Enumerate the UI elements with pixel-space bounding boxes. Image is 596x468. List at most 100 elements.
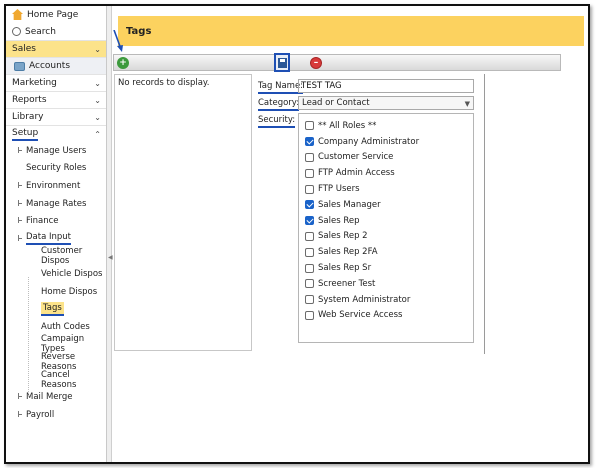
tag-name-label: Tag Name: (258, 81, 304, 94)
sidebar-section-marketing[interactable]: Marketing ⌄ (6, 74, 106, 91)
role-option[interactable]: FTP Admin Access (305, 165, 473, 181)
role-checkbox[interactable] (305, 152, 314, 162)
sidebar-item-home-dispos[interactable]: Home Dispos (6, 283, 106, 301)
item-label: Payroll (26, 409, 55, 420)
role-label: Sales Rep 2 (318, 231, 368, 242)
save-button[interactable] (274, 53, 290, 72)
role-option[interactable]: Sales Rep Sr (305, 260, 473, 276)
tree-node-icon (18, 182, 22, 189)
tree-node-icon (18, 217, 22, 224)
sidebar-item-auth-codes[interactable]: Auth Codes (6, 318, 106, 336)
tag-name-field[interactable]: TEST TAG (298, 79, 474, 93)
category-label: Category: (258, 98, 300, 111)
section-label: Reports (12, 95, 47, 105)
sidebar-item-security-roles[interactable]: Security Roles (6, 160, 106, 178)
cancel-icon[interactable]: – (310, 57, 322, 69)
item-label: Manage Users (26, 145, 87, 156)
tree-node-icon (18, 199, 22, 206)
sidebar-item-manage-rates[interactable]: Manage Rates (6, 195, 106, 213)
role-checkbox[interactable] (305, 279, 314, 289)
role-option[interactable]: Sales Rep 2 (305, 229, 473, 245)
sidebar-item-cancel-reasons[interactable]: Cancel Reasons (6, 370, 106, 390)
tree-node-icon (18, 147, 22, 153)
security-roles-list: ** All Roles ** Company Administrator Cust… (298, 113, 474, 343)
role-label: Screener Test (318, 278, 376, 289)
role-checkbox[interactable] (305, 121, 314, 131)
role-checkbox[interactable] (305, 310, 314, 320)
sidebar-item-finance[interactable]: Finance (6, 212, 106, 230)
role-option[interactable]: Company Administrator (305, 134, 473, 150)
toolbar: + – (113, 53, 561, 72)
pane-splitter[interactable]: ◀ (107, 6, 113, 462)
security-label: Security: (258, 115, 296, 128)
chevron-up-icon: ⌃ (94, 129, 101, 139)
chevron-down-icon: ⌄ (94, 95, 101, 105)
tree-node-icon (18, 393, 22, 400)
security-label-text: Security: (258, 115, 296, 128)
role-checkbox[interactable] (305, 263, 314, 273)
role-option[interactable]: Screener Test (305, 276, 473, 292)
role-checkbox[interactable] (305, 247, 314, 257)
item-label: Finance (26, 216, 59, 227)
sidebar-item-payroll[interactable]: Payroll (6, 406, 106, 424)
tag-name-label-text: Tag Name: (258, 81, 304, 94)
role-checkbox[interactable] (305, 137, 314, 147)
sidebar-home[interactable]: Home Page (6, 6, 106, 23)
role-checkbox[interactable] (305, 216, 314, 226)
role-option[interactable]: ** All Roles ** (305, 118, 473, 134)
role-option[interactable]: System Administrator (305, 292, 473, 308)
role-label: Web Service Access (318, 310, 403, 321)
add-icon[interactable]: + (117, 57, 129, 69)
sidebar-item-data-input[interactable]: Data Input (6, 230, 106, 248)
role-checkbox[interactable] (305, 231, 314, 241)
pane-divider (484, 74, 485, 354)
role-label: FTP Admin Access (318, 168, 395, 179)
role-label: ** All Roles ** (318, 120, 377, 131)
role-option[interactable]: Sales Rep (305, 213, 473, 229)
page-header: Tags (118, 16, 584, 46)
item-label: Auth Codes (41, 321, 90, 332)
role-checkbox[interactable] (305, 295, 314, 305)
role-checkbox[interactable] (305, 200, 314, 210)
records-list: No records to display. (114, 74, 252, 351)
sidebar-section-setup[interactable]: Setup ⌃ (6, 125, 106, 142)
role-label: Sales Rep Sr (318, 263, 372, 274)
role-option[interactable]: FTP Users (305, 181, 473, 197)
sidebar-item-reverse-reasons[interactable]: Reverse Reasons (6, 352, 106, 372)
sidebar-search[interactable]: Search (6, 23, 106, 40)
tree-connector (28, 277, 29, 396)
role-option[interactable]: Sales Rep 2FA (305, 244, 473, 260)
role-label: Company Administrator (318, 136, 420, 147)
home-icon (12, 9, 23, 20)
sidebar-section-library[interactable]: Library ⌄ (6, 108, 106, 125)
sidebar-item-environment[interactable]: Environment (6, 177, 106, 195)
sidebar-section-sales[interactable]: Sales ⌄ (6, 40, 106, 57)
role-option[interactable]: Web Service Access (305, 308, 473, 324)
section-label: Sales (12, 44, 36, 54)
sidebar-section-reports[interactable]: Reports ⌄ (6, 91, 106, 108)
sidebar-item-accounts[interactable]: Accounts (6, 57, 106, 74)
sidebar-item-customer-dispos[interactable]: Customer Dispos (6, 246, 106, 266)
page-title: Tags (126, 25, 152, 37)
sidebar-item-vehicle-dispos[interactable]: Vehicle Dispos (6, 265, 106, 283)
item-label: Security Roles (26, 163, 87, 174)
sidebar-item-mail-merge[interactable]: Mail Merge (6, 388, 106, 406)
empty-message: No records to display. (118, 78, 210, 88)
save-icon (277, 57, 287, 68)
role-option[interactable]: Customer Service (305, 150, 473, 166)
role-option[interactable]: Sales Manager (305, 197, 473, 213)
sidebar-item-tags[interactable]: Tags (6, 300, 106, 318)
collapse-arrow-icon[interactable]: ◀ (108, 254, 113, 261)
sidebar-item-campaign-types[interactable]: Campaign Types (6, 334, 106, 354)
role-checkbox[interactable] (305, 184, 314, 194)
home-label: Home Page (27, 9, 79, 20)
item-label: Mail Merge (26, 392, 73, 403)
section-label: Library (12, 112, 44, 122)
category-select[interactable]: Lead or Contact ▼ (298, 96, 474, 110)
item-label: Environment (26, 180, 81, 191)
item-label: Home Dispos (41, 286, 98, 297)
tree-node-icon (18, 234, 22, 241)
tree-node-icon (18, 410, 22, 417)
role-checkbox[interactable] (305, 168, 314, 178)
sidebar-item-manage-users[interactable]: Manage Users (6, 142, 106, 160)
